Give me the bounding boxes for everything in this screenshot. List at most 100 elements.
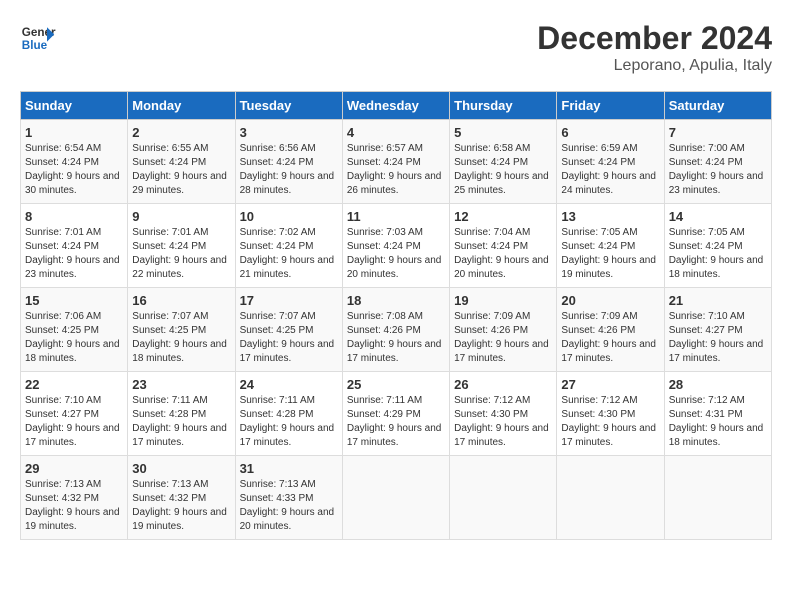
- sunrise-label: Sunrise: 6:56 AM: [240, 143, 316, 154]
- daylight-label: Daylight: 9 hours and 17 minutes.: [132, 423, 227, 448]
- daylight-label: Daylight: 9 hours and 24 minutes.: [561, 171, 656, 196]
- daylight-label: Daylight: 9 hours and 18 minutes.: [25, 339, 120, 364]
- sunset-label: Sunset: 4:25 PM: [240, 325, 314, 336]
- day-number: 13: [561, 209, 659, 224]
- sunrise-label: Sunrise: 7:05 AM: [669, 227, 745, 238]
- day-info: Sunrise: 6:58 AM Sunset: 4:24 PM Dayligh…: [454, 142, 552, 198]
- sunrise-label: Sunrise: 7:01 AM: [25, 227, 101, 238]
- day-info: Sunrise: 7:09 AM Sunset: 4:26 PM Dayligh…: [561, 310, 659, 366]
- calendar-cell: 10 Sunrise: 7:02 AM Sunset: 4:24 PM Dayl…: [235, 204, 342, 288]
- day-number: 29: [25, 461, 123, 476]
- day-info: Sunrise: 7:02 AM Sunset: 4:24 PM Dayligh…: [240, 226, 338, 282]
- sunrise-label: Sunrise: 6:59 AM: [561, 143, 637, 154]
- day-info: Sunrise: 7:09 AM Sunset: 4:26 PM Dayligh…: [454, 310, 552, 366]
- calendar-cell: 12 Sunrise: 7:04 AM Sunset: 4:24 PM Dayl…: [450, 204, 557, 288]
- day-number: 28: [669, 377, 767, 392]
- sunset-label: Sunset: 4:24 PM: [669, 157, 743, 168]
- daylight-label: Daylight: 9 hours and 20 minutes.: [454, 255, 549, 280]
- sunset-label: Sunset: 4:24 PM: [240, 157, 314, 168]
- calendar-week-row: 15 Sunrise: 7:06 AM Sunset: 4:25 PM Dayl…: [21, 288, 772, 372]
- page-header: General Blue December 2024 Leporano, Apu…: [20, 20, 772, 75]
- sunset-label: Sunset: 4:24 PM: [25, 241, 99, 252]
- day-number: 21: [669, 293, 767, 308]
- sunrise-label: Sunrise: 7:13 AM: [25, 479, 101, 490]
- logo-icon: General Blue: [20, 20, 56, 56]
- calendar-cell: 27 Sunrise: 7:12 AM Sunset: 4:30 PM Dayl…: [557, 372, 664, 456]
- sunrise-label: Sunrise: 7:09 AM: [454, 311, 530, 322]
- daylight-label: Daylight: 9 hours and 17 minutes.: [347, 423, 442, 448]
- calendar-week-row: 1 Sunrise: 6:54 AM Sunset: 4:24 PM Dayli…: [21, 120, 772, 204]
- sunset-label: Sunset: 4:27 PM: [669, 325, 743, 336]
- weekday-header-sunday: Sunday: [21, 92, 128, 120]
- sunset-label: Sunset: 4:28 PM: [132, 409, 206, 420]
- day-number: 14: [669, 209, 767, 224]
- calendar-cell: 22 Sunrise: 7:10 AM Sunset: 4:27 PM Dayl…: [21, 372, 128, 456]
- calendar-cell: 23 Sunrise: 7:11 AM Sunset: 4:28 PM Dayl…: [128, 372, 235, 456]
- daylight-label: Daylight: 9 hours and 17 minutes.: [454, 339, 549, 364]
- sunset-label: Sunset: 4:28 PM: [240, 409, 314, 420]
- weekday-header-thursday: Thursday: [450, 92, 557, 120]
- calendar-cell: [450, 456, 557, 540]
- calendar-cell: 26 Sunrise: 7:12 AM Sunset: 4:30 PM Dayl…: [450, 372, 557, 456]
- day-number: 22: [25, 377, 123, 392]
- day-number: 31: [240, 461, 338, 476]
- sunset-label: Sunset: 4:32 PM: [132, 493, 206, 504]
- sunrise-label: Sunrise: 6:54 AM: [25, 143, 101, 154]
- sunset-label: Sunset: 4:24 PM: [454, 241, 528, 252]
- daylight-label: Daylight: 9 hours and 20 minutes.: [240, 507, 335, 532]
- day-number: 5: [454, 125, 552, 140]
- daylight-label: Daylight: 9 hours and 19 minutes.: [561, 255, 656, 280]
- day-number: 30: [132, 461, 230, 476]
- daylight-label: Daylight: 9 hours and 29 minutes.: [132, 171, 227, 196]
- sunrise-label: Sunrise: 7:06 AM: [25, 311, 101, 322]
- day-info: Sunrise: 7:08 AM Sunset: 4:26 PM Dayligh…: [347, 310, 445, 366]
- calendar-cell: [664, 456, 771, 540]
- daylight-label: Daylight: 9 hours and 17 minutes.: [454, 423, 549, 448]
- sunset-label: Sunset: 4:24 PM: [561, 241, 635, 252]
- calendar-cell: 4 Sunrise: 6:57 AM Sunset: 4:24 PM Dayli…: [342, 120, 449, 204]
- daylight-label: Daylight: 9 hours and 18 minutes.: [132, 339, 227, 364]
- daylight-label: Daylight: 9 hours and 17 minutes.: [669, 339, 764, 364]
- calendar-cell: 13 Sunrise: 7:05 AM Sunset: 4:24 PM Dayl…: [557, 204, 664, 288]
- day-number: 1: [25, 125, 123, 140]
- sunset-label: Sunset: 4:29 PM: [347, 409, 421, 420]
- sunrise-label: Sunrise: 7:13 AM: [132, 479, 208, 490]
- sunset-label: Sunset: 4:24 PM: [132, 157, 206, 168]
- day-info: Sunrise: 6:57 AM Sunset: 4:24 PM Dayligh…: [347, 142, 445, 198]
- calendar-cell: 11 Sunrise: 7:03 AM Sunset: 4:24 PM Dayl…: [342, 204, 449, 288]
- calendar-cell: 17 Sunrise: 7:07 AM Sunset: 4:25 PM Dayl…: [235, 288, 342, 372]
- day-number: 16: [132, 293, 230, 308]
- sunset-label: Sunset: 4:25 PM: [132, 325, 206, 336]
- sunrise-label: Sunrise: 7:02 AM: [240, 227, 316, 238]
- sunset-label: Sunset: 4:24 PM: [669, 241, 743, 252]
- day-info: Sunrise: 6:56 AM Sunset: 4:24 PM Dayligh…: [240, 142, 338, 198]
- day-number: 6: [561, 125, 659, 140]
- daylight-label: Daylight: 9 hours and 17 minutes.: [347, 339, 442, 364]
- daylight-label: Daylight: 9 hours and 23 minutes.: [669, 171, 764, 196]
- day-info: Sunrise: 7:05 AM Sunset: 4:24 PM Dayligh…: [561, 226, 659, 282]
- day-number: 26: [454, 377, 552, 392]
- logo: General Blue: [20, 20, 56, 56]
- day-info: Sunrise: 7:11 AM Sunset: 4:28 PM Dayligh…: [240, 394, 338, 450]
- sunrise-label: Sunrise: 7:11 AM: [347, 395, 422, 406]
- calendar-cell: 14 Sunrise: 7:05 AM Sunset: 4:24 PM Dayl…: [664, 204, 771, 288]
- page-title: December 2024: [537, 20, 772, 57]
- daylight-label: Daylight: 9 hours and 26 minutes.: [347, 171, 442, 196]
- day-info: Sunrise: 7:07 AM Sunset: 4:25 PM Dayligh…: [132, 310, 230, 366]
- calendar-cell: 15 Sunrise: 7:06 AM Sunset: 4:25 PM Dayl…: [21, 288, 128, 372]
- calendar-week-row: 8 Sunrise: 7:01 AM Sunset: 4:24 PM Dayli…: [21, 204, 772, 288]
- svg-text:Blue: Blue: [22, 39, 48, 52]
- calendar-cell: 20 Sunrise: 7:09 AM Sunset: 4:26 PM Dayl…: [557, 288, 664, 372]
- sunrise-label: Sunrise: 7:09 AM: [561, 311, 637, 322]
- page-subtitle: Leporano, Apulia, Italy: [537, 57, 772, 75]
- title-block: December 2024 Leporano, Apulia, Italy: [537, 20, 772, 75]
- day-number: 4: [347, 125, 445, 140]
- calendar-cell: 28 Sunrise: 7:12 AM Sunset: 4:31 PM Dayl…: [664, 372, 771, 456]
- calendar-cell: 16 Sunrise: 7:07 AM Sunset: 4:25 PM Dayl…: [128, 288, 235, 372]
- day-info: Sunrise: 7:10 AM Sunset: 4:27 PM Dayligh…: [25, 394, 123, 450]
- calendar-week-row: 29 Sunrise: 7:13 AM Sunset: 4:32 PM Dayl…: [21, 456, 772, 540]
- day-info: Sunrise: 7:13 AM Sunset: 4:32 PM Dayligh…: [132, 478, 230, 534]
- day-info: Sunrise: 7:01 AM Sunset: 4:24 PM Dayligh…: [132, 226, 230, 282]
- weekday-header-wednesday: Wednesday: [342, 92, 449, 120]
- day-info: Sunrise: 7:04 AM Sunset: 4:24 PM Dayligh…: [454, 226, 552, 282]
